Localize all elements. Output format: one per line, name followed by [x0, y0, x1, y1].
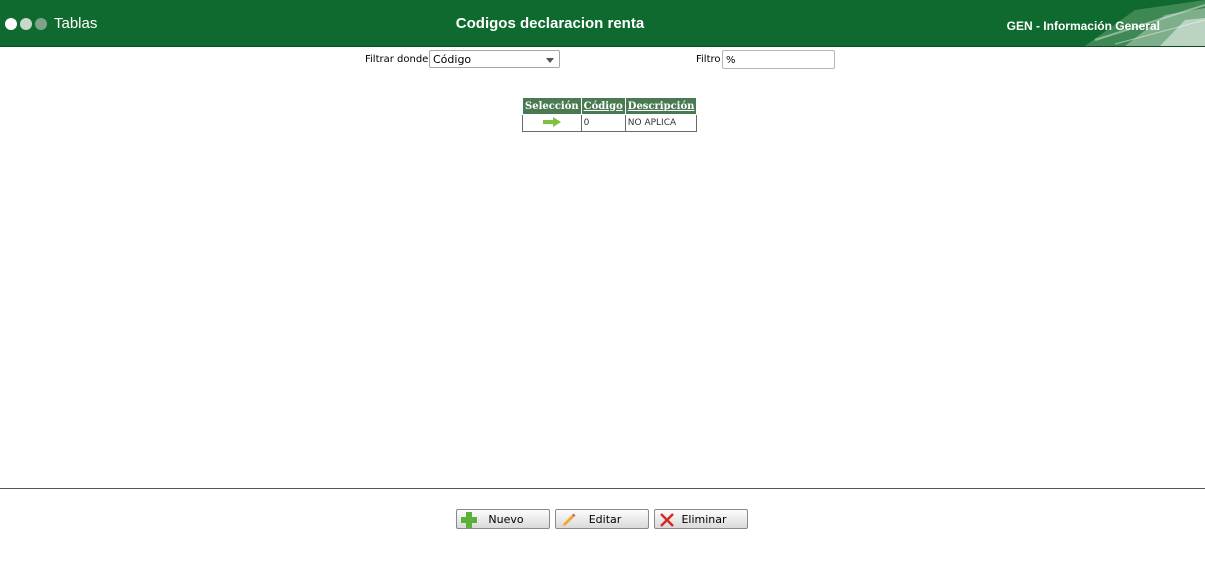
- codes-table: Selección Código Descripción 0 NO APLICA: [522, 97, 698, 132]
- new-button[interactable]: Nuevo: [456, 509, 550, 529]
- filter-where-value: Código: [433, 53, 472, 66]
- dot-icon: [35, 18, 47, 30]
- delete-button-label: Eliminar: [681, 513, 727, 526]
- column-header-description[interactable]: Descripción: [624, 97, 698, 115]
- filter-where-select[interactable]: Código: [429, 50, 560, 68]
- delete-button[interactable]: Eliminar: [654, 509, 748, 529]
- divider: [0, 488, 1205, 489]
- edit-button-label: Editar: [588, 513, 622, 526]
- table-row: 0 NO APLICA: [522, 114, 698, 132]
- filter-label: Filtro: [696, 54, 721, 65]
- column-header-selection: Selección: [522, 97, 582, 115]
- window-dots: [5, 18, 47, 30]
- filter-input[interactable]: %: [722, 50, 835, 69]
- arrow-right-icon[interactable]: [542, 116, 561, 127]
- column-header-code[interactable]: Código: [580, 97, 626, 115]
- top-bar: Tablas Codigos declaracion renta GEN - I…: [0, 0, 1205, 47]
- module-title: GEN - Información General: [1006, 19, 1160, 33]
- page-title: Codigos declaracion renta: [455, 15, 645, 32]
- edit-button[interactable]: Editar: [555, 509, 649, 529]
- new-button-label: Nuevo: [488, 513, 524, 526]
- row-description-cell: NO APLICA: [624, 114, 698, 132]
- dot-icon: [5, 18, 17, 30]
- dot-icon: [20, 18, 32, 30]
- table-header-row: Selección Código Descripción: [522, 97, 698, 115]
- row-select-cell[interactable]: [522, 114, 582, 132]
- chevron-down-icon: [546, 58, 554, 63]
- filter-where-label: Filtrar donde: [365, 54, 429, 65]
- app-title: Tablas: [54, 15, 98, 32]
- row-code-cell: 0: [580, 114, 626, 132]
